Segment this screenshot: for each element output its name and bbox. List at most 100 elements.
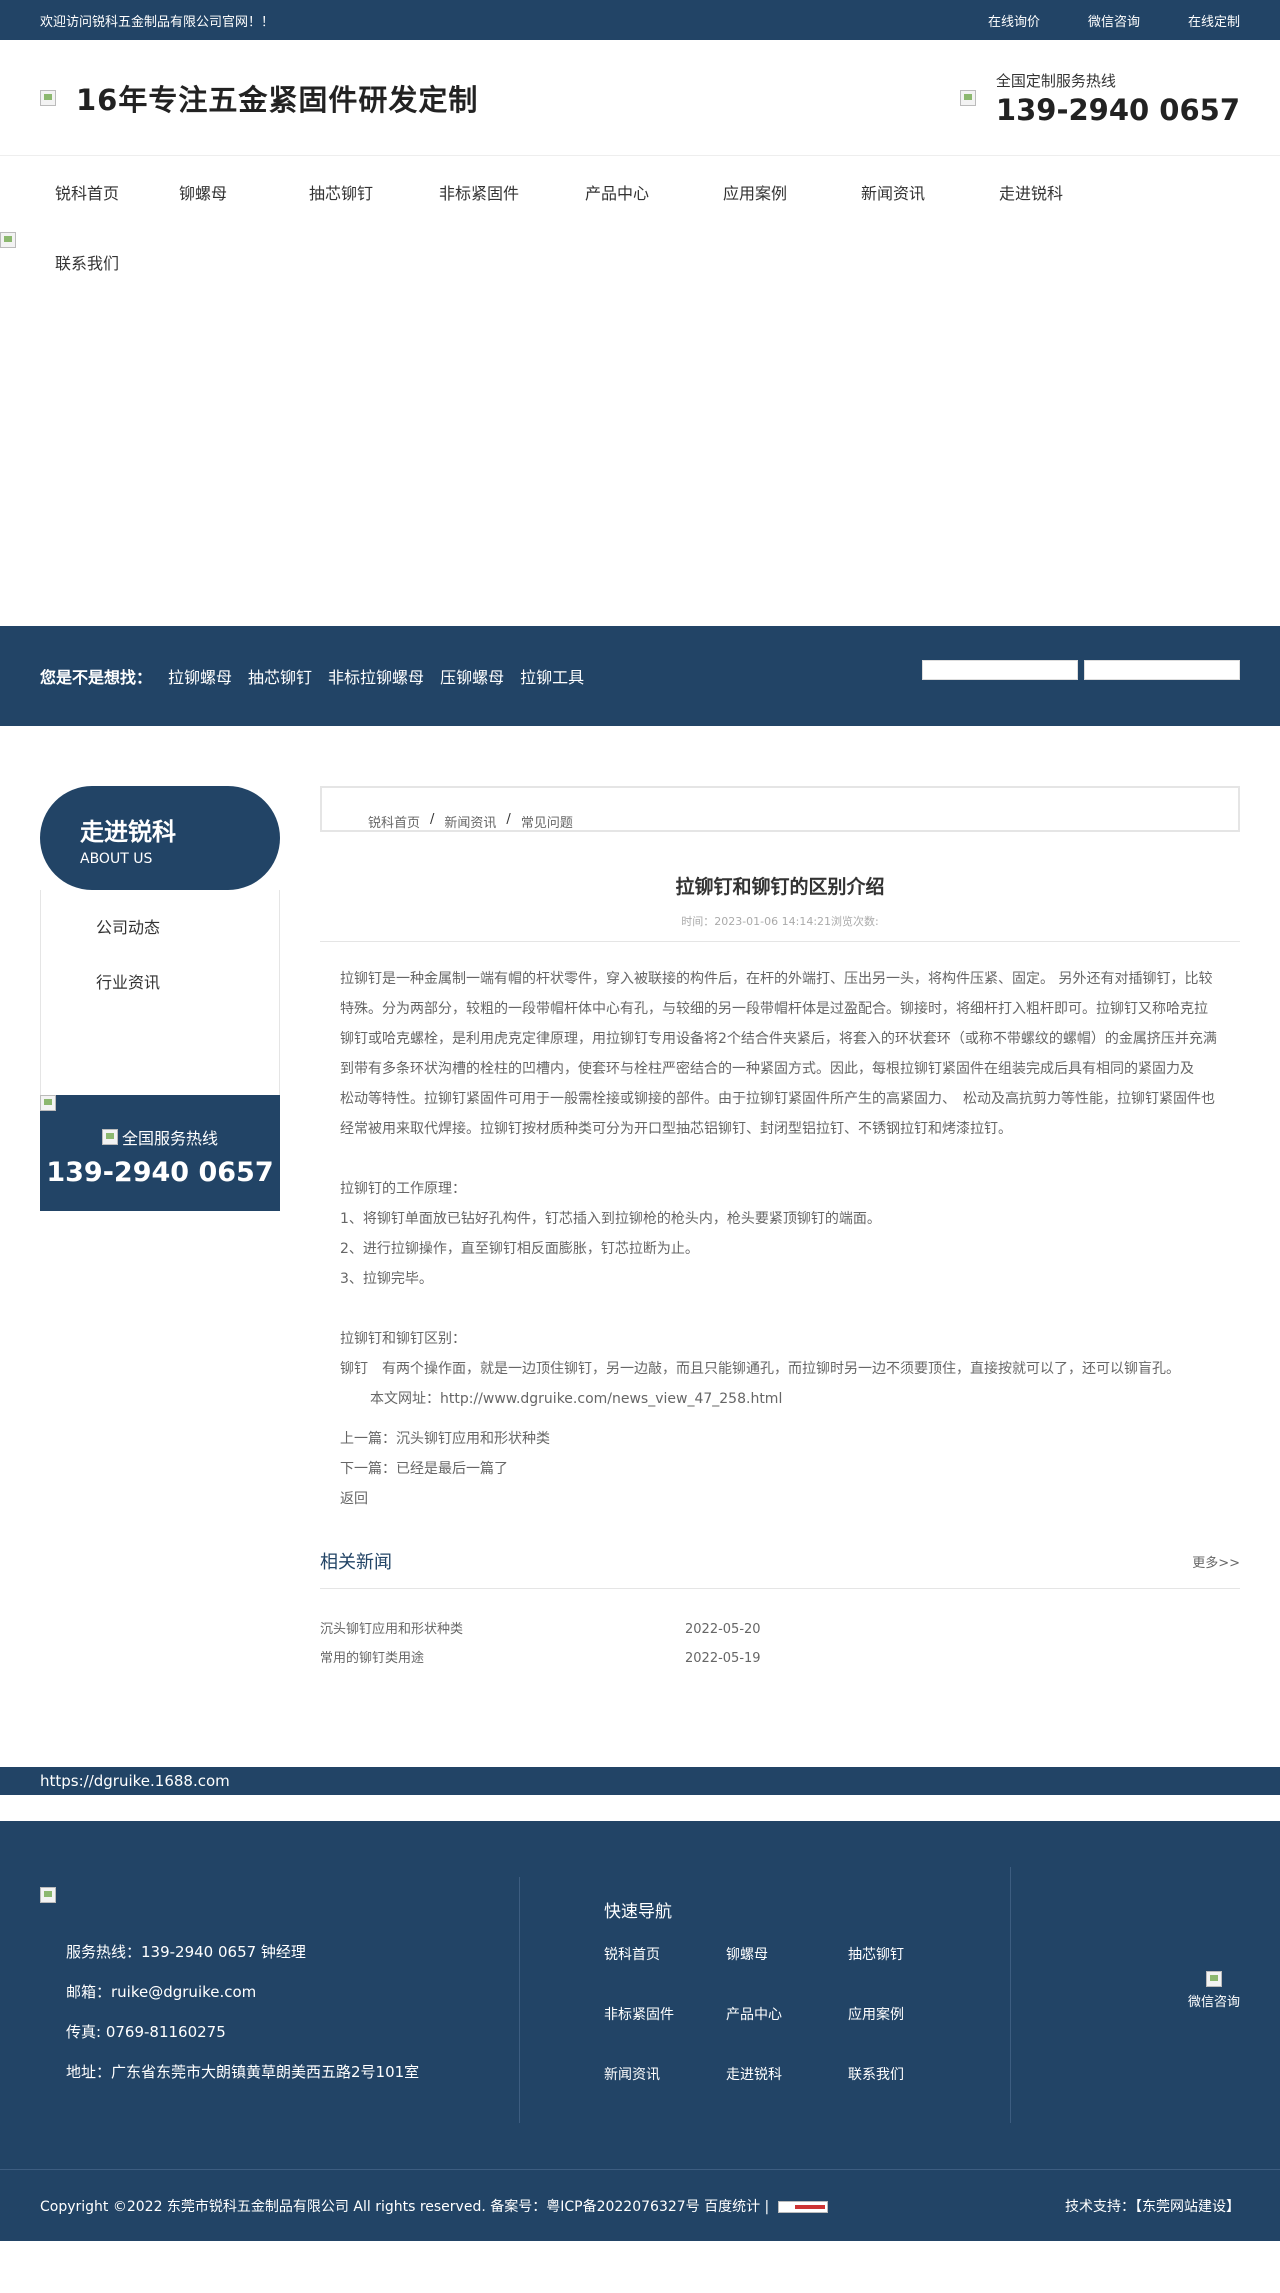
sidebar-item-company-news[interactable]: 公司动态 — [41, 914, 279, 969]
banner: 联系我们 — [0, 228, 1280, 626]
top-link-inquiry[interactable]: 在线询价 — [988, 11, 1040, 30]
footer-quick-nav: 快速导航 锐科首页 铆螺母 抽芯铆钉 非标紧固件 产品中心 应用案例 新闻资讯 … — [520, 1867, 1011, 2123]
search-input[interactable] — [922, 660, 1078, 680]
breadcrumb-faq[interactable]: 常见问题 — [521, 812, 573, 831]
site-footer: 服务热线：139-2940 0657 钟经理 邮箱：ruike@dgruike.… — [0, 1821, 1280, 2241]
footer-nav-rivet-nut[interactable]: 铆螺母 — [726, 1944, 848, 2004]
search-form — [922, 660, 1240, 680]
more-link[interactable]: 更多>> — [1192, 1552, 1240, 1571]
wechat-label: 微信咨询 — [1187, 1995, 1240, 2010]
principle-step: 2、进行拉铆操作，直至铆钉相反面膨胀，钉芯拉断为止。 — [340, 1241, 699, 1257]
sidebar-hotline-label: 全国服务热线 — [121, 1129, 218, 1148]
keywords-lead: 您是不是想找： — [40, 668, 153, 687]
sidebar-item-industry-news[interactable]: 行业资讯 — [41, 969, 279, 1024]
breadcrumb: 锐科首页 / 新闻资讯 / 常见问题 — [320, 786, 1240, 832]
breadcrumb-separator: / — [506, 812, 511, 827]
nav-item-home[interactable]: 锐科首页 — [40, 180, 134, 204]
footer-phone: 服务热线：139-2940 0657 钟经理 — [66, 1943, 306, 1961]
site-header: 16年专注五金紧固件研发定制 全国定制服务热线 139-2940 0657 — [0, 40, 1280, 156]
top-link-custom[interactable]: 在线定制 — [1188, 11, 1240, 30]
footer-nav-cases[interactable]: 应用案例 — [848, 2004, 970, 2064]
nav-item-cases[interactable]: 应用案例 — [686, 180, 824, 204]
main-nav: 锐科首页 铆螺母 抽芯铆钉 非标紧固件 产品中心 应用案例 新闻资讯 走进锐科 — [40, 156, 1240, 228]
search-button[interactable] — [1084, 660, 1240, 680]
footer-address: 地址：广东省东莞市大朗镇黄草朗美西五路2号101室 — [66, 2063, 420, 2081]
nav-item-contact[interactable]: 联系我们 — [55, 250, 119, 274]
prev-next-nav: 上一篇：沉头铆钉应用和形状种类 下一篇：已经是最后一篇了 返回 — [320, 1414, 1240, 1514]
sidebar-header: 走进锐科 ABOUT US — [40, 786, 280, 890]
related-item-date: 2022-05-20 — [685, 1622, 761, 1637]
sidebar-subtitle: ABOUT US — [80, 851, 153, 867]
sidebar-list: 公司动态 行业资讯 — [40, 890, 280, 1095]
related-item-title[interactable]: 沉头铆钉应用和形状种类 — [320, 1615, 685, 1644]
article-title: 拉铆钉和铆钉的区别介绍 — [675, 876, 885, 898]
article-meta: 时间：2023-01-06 14:14:21浏览次数: — [320, 913, 1240, 942]
hot-keywords: 您是不是想找： 拉铆螺母 抽芯铆钉 非标拉铆螺母 压铆螺母 拉铆工具 — [40, 664, 600, 688]
next-article-link[interactable]: 下一篇：已经是最后一篇了 — [340, 1454, 1220, 1484]
footer-nav-contact[interactable]: 联系我们 — [848, 2064, 970, 2124]
phone-image-icon — [959, 90, 976, 106]
footer-nav-home[interactable]: 锐科首页 — [604, 1944, 726, 2004]
footer-nav-products[interactable]: 产品中心 — [726, 2004, 848, 2064]
nav-item-products[interactable]: 产品中心 — [548, 180, 686, 204]
keyword-link[interactable]: 压铆螺母 — [440, 664, 504, 688]
store-url-link[interactable]: https://dgruike.1688.com — [40, 1772, 230, 1790]
header-hotline: 全国定制服务热线 139-2940 0657 — [959, 70, 1240, 127]
footer-fax: 传真: 0769-81160275 — [66, 2023, 226, 2041]
nav-item-news[interactable]: 新闻资讯 — [824, 180, 962, 204]
welcome-text: 欢迎访问锐科五金制品有限公司官网！！ — [40, 14, 275, 30]
related-news: 相关新闻 更多>> 沉头铆钉应用和形状种类 2022-05-20 常用的铆钉类用… — [320, 1548, 1240, 1673]
list-item[interactable]: 常用的铆钉类用途 2022-05-19 — [320, 1644, 1240, 1673]
logo-image-icon[interactable] — [40, 90, 56, 106]
keyword-link[interactable]: 拉铆螺母 — [168, 664, 232, 688]
principle-step: 3、拉铆完毕。 — [340, 1271, 433, 1287]
nav-item-blind-rivet[interactable]: 抽芯铆钉 — [272, 180, 410, 204]
footer-contact: 服务热线：139-2940 0657 钟经理 邮箱：ruike@dgruike.… — [40, 1877, 520, 2123]
footer-bottom: Copyright ©2022 东莞市锐科五金制品有限公司 All rights… — [0, 2169, 1280, 2241]
keyword-link[interactable]: 拉铆工具 — [520, 664, 584, 688]
related-title: 相关新闻 — [320, 1552, 392, 1573]
keyword-link[interactable]: 非标拉铆螺母 — [328, 664, 424, 688]
article-body: 拉铆钉是一种金属制一端有帽的杆状零件，穿入被联接的构件后，在杆的外端打、压出另一… — [320, 942, 1240, 1414]
sidebar-title: 走进锐科 — [80, 818, 176, 846]
nav-item-custom-fastener[interactable]: 非标紧固件 — [410, 180, 548, 204]
cnzz-badge-icon[interactable] — [777, 2201, 828, 2213]
quick-nav-title: 快速导航 — [604, 1902, 672, 1922]
footer-nav-about[interactable]: 走进锐科 — [726, 2064, 848, 2124]
sidebar: 走进锐科 ABOUT US 公司动态 行业资讯 全国服务热线 139-2940 … — [40, 786, 280, 1673]
copyright-line: Copyright ©2022 东莞市锐科五金制品有限公司 All rights… — [40, 2196, 828, 2216]
principle-title: 拉铆钉的工作原理： — [340, 1181, 466, 1197]
breadcrumb-news[interactable]: 新闻资讯 — [444, 812, 496, 831]
hotline-bg-image-icon — [40, 1095, 56, 1111]
top-links: 在线询价 微信咨询 在线定制 — [940, 11, 1240, 30]
principle-step: 1、将铆钉单面放已钻好孔构件，钉芯插入到拉铆枪的枪头内，枪头要紧顶铆钉的端面。 — [340, 1211, 881, 1227]
hotline-number: 139-2940 0657 — [995, 92, 1240, 127]
difference-text: 铆钉 有两个操作面，就是一边顶住铆钉，另一边敲，而且只能铆通孔，而拉铆时另一边不… — [340, 1361, 1180, 1377]
copyright-text: Copyright ©2022 东莞市锐科五金制品有限公司 All rights… — [40, 2199, 770, 2215]
brand[interactable]: 16年专注五金紧固件研发定制 — [40, 77, 478, 119]
top-bar: 欢迎访问锐科五金制品有限公司官网！！ 在线询价 微信咨询 在线定制 — [0, 0, 1280, 40]
site-slogan: 16年专注五金紧固件研发定制 — [76, 83, 479, 117]
footer-wechat: 微信咨询 — [1011, 1821, 1240, 2169]
article-paragraph: 拉铆钉是一种金属制一端有帽的杆状零件，穿入被联接的构件后，在杆的外端打、压出另一… — [340, 971, 1217, 1137]
prev-article-link[interactable]: 上一篇：沉头铆钉应用和形状种类 — [340, 1424, 1220, 1454]
keyword-link[interactable]: 抽芯铆钉 — [248, 664, 312, 688]
list-item[interactable]: 沉头铆钉应用和形状种类 2022-05-20 — [320, 1615, 1240, 1644]
breadcrumb-home[interactable]: 锐科首页 — [368, 812, 420, 831]
footer-nav-news[interactable]: 新闻资讯 — [604, 2064, 726, 2124]
sidebar-hotline-number: 139-2940 0657 — [46, 1157, 274, 1188]
footer-nav-blind-rivet[interactable]: 抽芯铆钉 — [848, 1944, 970, 2004]
back-link[interactable]: 返回 — [340, 1484, 1220, 1514]
store-url-bar: https://dgruike.1688.com — [0, 1767, 1280, 1795]
nav-item-about[interactable]: 走进锐科 — [962, 180, 1100, 204]
nav-item-rivet-nut[interactable]: 铆螺母 — [134, 180, 272, 204]
footer-nav-custom-fastener[interactable]: 非标紧固件 — [604, 2004, 726, 2064]
footer-email: 邮箱：ruike@dgruike.com — [66, 1983, 257, 2001]
phone-icon — [101, 1129, 118, 1145]
keyword-strip: 您是不是想找： 拉铆螺母 抽芯铆钉 非标拉铆螺母 压铆螺母 拉铆工具 — [0, 626, 1280, 726]
main-area: 走进锐科 ABOUT US 公司动态 行业资讯 全国服务热线 139-2940 … — [40, 786, 1240, 1673]
tech-support[interactable]: 技术支持：【东莞网站建设】 — [1065, 2196, 1240, 2216]
top-link-wechat[interactable]: 微信咨询 — [1088, 11, 1140, 30]
article-url: 本文网址：http://www.dgruike.com/news_view_47… — [370, 1391, 783, 1407]
related-item-title[interactable]: 常用的铆钉类用途 — [320, 1644, 685, 1673]
